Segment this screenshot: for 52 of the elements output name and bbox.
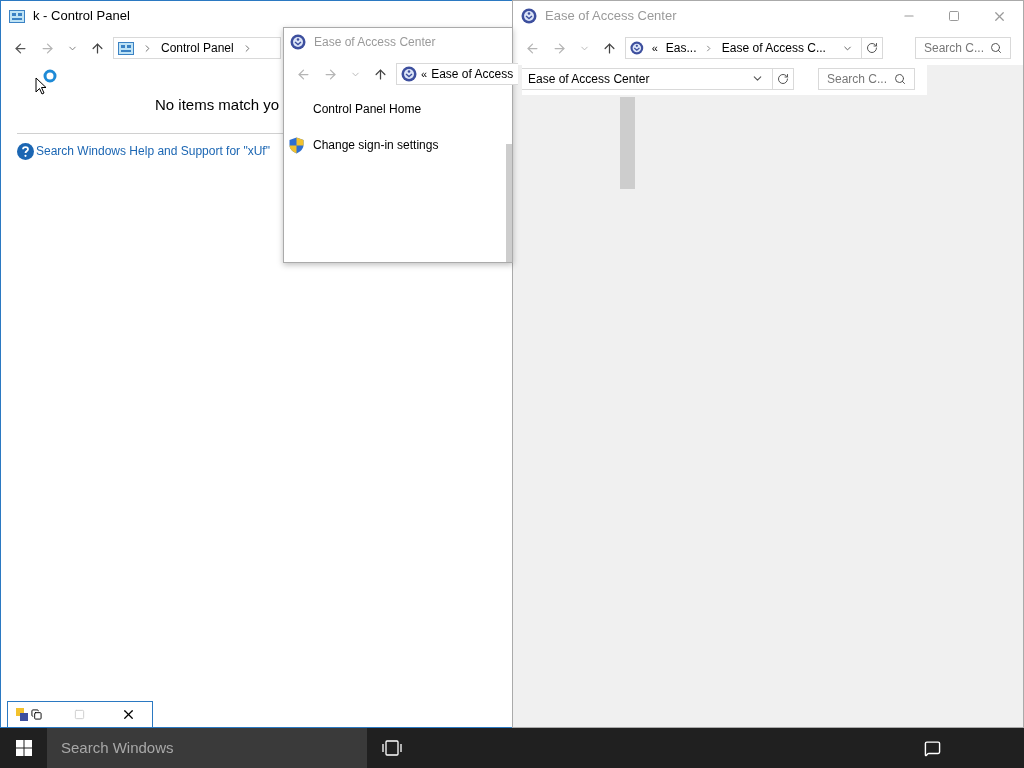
notification-icon[interactable] xyxy=(924,739,941,757)
accessibility-icon xyxy=(630,40,644,56)
forward-icon[interactable] xyxy=(40,40,55,56)
search-icon xyxy=(990,42,1002,54)
scrollbar-thumb[interactable] xyxy=(620,97,635,189)
accessibility-icon xyxy=(521,8,537,24)
back-icon[interactable] xyxy=(13,40,28,56)
up-icon[interactable] xyxy=(90,40,105,56)
help-link[interactable]: Search Windows Help and Support for "xUf" xyxy=(36,142,270,160)
start-icon[interactable] xyxy=(15,740,32,756)
search-icon xyxy=(894,72,906,85)
window-title: Ease of Access Center xyxy=(314,34,436,51)
shield-icon xyxy=(289,136,304,154)
close-icon[interactable] xyxy=(121,707,136,722)
task-link[interactable]: Control Panel Home xyxy=(313,100,422,118)
taskbar-search-field[interactable]: Search Windows xyxy=(47,728,367,768)
up-icon[interactable] xyxy=(373,66,388,82)
overflow-mark[interactable]: « xyxy=(421,65,428,83)
maximize-icon[interactable] xyxy=(948,10,960,22)
search-field[interactable]: Search C... xyxy=(915,37,1011,59)
breadcrumb[interactable]: Eas... xyxy=(665,39,697,57)
address-bar[interactable]: « Eas... Ease of Access C... xyxy=(625,37,883,59)
minimized-window[interactable] xyxy=(7,701,153,728)
accessibility-icon xyxy=(401,66,417,82)
refresh-icon[interactable] xyxy=(866,42,878,54)
address-bar[interactable]: Control Panel xyxy=(113,37,281,59)
forward-icon[interactable] xyxy=(552,40,567,56)
help-icon xyxy=(17,142,34,160)
pointer-icon xyxy=(35,77,47,95)
refresh-icon[interactable] xyxy=(777,72,789,85)
restore-icon[interactable] xyxy=(31,709,42,720)
window-title: k - Control Panel xyxy=(33,7,130,26)
control-panel-icon xyxy=(118,41,134,55)
accessibility-icon xyxy=(290,34,306,50)
maximize-icon[interactable] xyxy=(74,709,85,720)
empty-message: No items match yo xyxy=(155,96,280,113)
scrollbar-thumb[interactable] xyxy=(506,144,512,262)
breadcrumb[interactable]: Ease of Access xyxy=(431,65,514,83)
breadcrumb[interactable]: Ease of Access C... xyxy=(721,39,826,57)
chevron-icon xyxy=(704,42,714,54)
loading-ring-icon xyxy=(43,69,57,83)
up-icon[interactable] xyxy=(602,40,617,56)
task-link[interactable]: Change sign-in settings xyxy=(313,136,439,154)
address-bar[interactable]: « Ease of Access xyxy=(396,63,518,85)
app-icon xyxy=(16,708,29,721)
overflow-mark[interactable]: « xyxy=(651,39,658,57)
search-field[interactable]: Search C... xyxy=(818,67,915,90)
control-panel-icon xyxy=(9,9,25,23)
forward-icon[interactable] xyxy=(323,66,338,82)
task-view-icon[interactable] xyxy=(382,740,402,756)
window-title: Ease of Access Center xyxy=(545,7,677,26)
breadcrumb[interactable]: Control Panel xyxy=(161,39,234,57)
